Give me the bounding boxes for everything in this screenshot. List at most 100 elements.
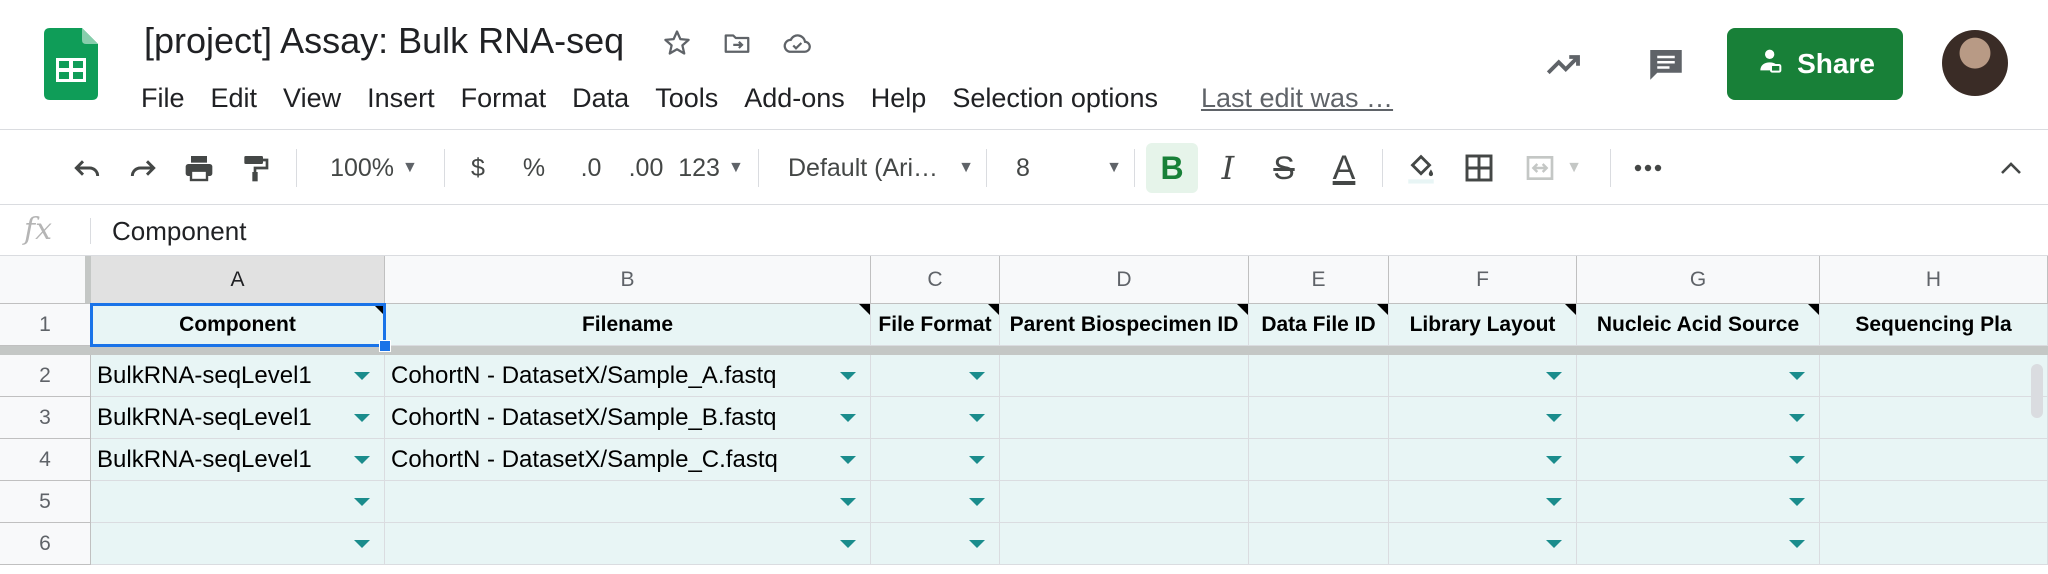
row-header-3[interactable]: 3	[0, 397, 91, 439]
formula-input[interactable]: Component	[112, 216, 246, 247]
redo-icon[interactable]	[122, 131, 164, 205]
dropdown-arrow-icon[interactable]	[354, 455, 370, 464]
cell-a5[interactable]	[91, 481, 385, 523]
cell-d4[interactable]	[1000, 439, 1249, 481]
column-header-a[interactable]: A	[91, 256, 385, 304]
italic-button[interactable]: I	[1206, 131, 1250, 205]
cell-e1[interactable]: Data File ID	[1249, 304, 1389, 346]
row-header-1[interactable]: 1	[0, 304, 91, 346]
dropdown-arrow-icon[interactable]	[1546, 455, 1562, 464]
cell-g6[interactable]	[1577, 523, 1820, 565]
cell-h2[interactable]	[1820, 355, 2048, 397]
dropdown-arrow-icon[interactable]	[1546, 497, 1562, 506]
cell-d3[interactable]	[1000, 397, 1249, 439]
cell-d2[interactable]	[1000, 355, 1249, 397]
dropdown-arrow-icon[interactable]	[840, 413, 856, 422]
fill-handle[interactable]	[379, 340, 391, 352]
text-color-button[interactable]: A	[1320, 131, 1368, 205]
cell-b3[interactable]: CohortN - DatasetX/Sample_B.fastq	[385, 397, 871, 439]
currency-button[interactable]: $	[458, 131, 498, 205]
dropdown-arrow-icon[interactable]	[1789, 413, 1805, 422]
dropdown-arrow-icon[interactable]	[354, 497, 370, 506]
cell-h5[interactable]	[1820, 481, 2048, 523]
cell-e2[interactable]	[1249, 355, 1389, 397]
cell-c6[interactable]	[871, 523, 1000, 565]
trending-up-icon[interactable]	[1542, 42, 1586, 86]
dropdown-arrow-icon[interactable]	[1546, 413, 1562, 422]
move-to-folder-icon[interactable]	[720, 26, 754, 60]
cell-c2[interactable]	[871, 355, 1000, 397]
cell-h1[interactable]: Sequencing Pla	[1820, 304, 2048, 346]
cell-f4[interactable]	[1389, 439, 1577, 481]
menu-insert[interactable]: Insert	[354, 80, 448, 116]
cell-c5[interactable]	[871, 481, 1000, 523]
menu-tools[interactable]: Tools	[642, 80, 731, 116]
cell-g3[interactable]	[1577, 397, 1820, 439]
collapse-icon[interactable]	[1996, 131, 2026, 205]
menu-data[interactable]: Data	[559, 80, 642, 116]
cell-d5[interactable]	[1000, 481, 1249, 523]
menu-view[interactable]: View	[270, 80, 354, 116]
row-header-2[interactable]: 2	[0, 355, 91, 397]
dropdown-arrow-icon[interactable]	[354, 539, 370, 548]
menu-selection-options[interactable]: Selection options	[939, 80, 1171, 116]
dropdown-arrow-icon[interactable]	[969, 455, 985, 464]
column-header-e[interactable]: E	[1249, 256, 1389, 304]
fill-color-icon[interactable]	[1396, 131, 1446, 205]
cell-e6[interactable]	[1249, 523, 1389, 565]
cell-f6[interactable]	[1389, 523, 1577, 565]
undo-icon[interactable]	[66, 131, 108, 205]
zoom-select[interactable]: 100% ▼	[314, 131, 434, 205]
dropdown-arrow-icon[interactable]	[354, 371, 370, 380]
dropdown-arrow-icon[interactable]	[1546, 539, 1562, 548]
cell-b1[interactable]: Filename	[385, 304, 871, 346]
cell-h6[interactable]	[1820, 523, 2048, 565]
cell-d1[interactable]: Parent Biospecimen ID	[1000, 304, 1249, 346]
menu-help[interactable]: Help	[858, 80, 940, 116]
dropdown-arrow-icon[interactable]	[1789, 497, 1805, 506]
cell-c3[interactable]	[871, 397, 1000, 439]
last-edit-link[interactable]: Last edit was …	[1201, 80, 1393, 116]
select-all-corner[interactable]	[0, 256, 91, 304]
dropdown-arrow-icon[interactable]	[1789, 539, 1805, 548]
cell-b5[interactable]	[385, 481, 871, 523]
scrollbar-thumb[interactable]	[2031, 364, 2043, 418]
dropdown-arrow-icon[interactable]	[840, 371, 856, 380]
dropdown-arrow-icon[interactable]	[354, 413, 370, 422]
font-select[interactable]: Default (Ari… ▼	[788, 131, 974, 205]
cell-e5[interactable]	[1249, 481, 1389, 523]
cell-a6[interactable]	[91, 523, 385, 565]
cell-c1[interactable]: File Format	[871, 304, 1000, 346]
borders-icon[interactable]	[1456, 131, 1502, 205]
avatar[interactable]	[1942, 30, 2008, 96]
sheets-logo-icon[interactable]	[44, 28, 98, 100]
merge-cells-icon[interactable]: ▼	[1512, 131, 1592, 205]
cell-g4[interactable]	[1577, 439, 1820, 481]
bold-button[interactable]: B	[1146, 143, 1198, 193]
vertical-scrollbar[interactable]	[2030, 354, 2044, 574]
cell-g2[interactable]	[1577, 355, 1820, 397]
cell-a2[interactable]: BulkRNA-seqLevel1	[91, 355, 385, 397]
menu-edit[interactable]: Edit	[198, 80, 271, 116]
cell-g1[interactable]: Nucleic Acid Source	[1577, 304, 1820, 346]
menu-add-ons[interactable]: Add-ons	[731, 80, 858, 116]
row-header-5[interactable]: 5	[0, 481, 91, 523]
cell-c4[interactable]	[871, 439, 1000, 481]
cloud-saved-icon[interactable]	[780, 26, 814, 60]
decrease-decimals-button[interactable]: .0	[566, 131, 616, 205]
dropdown-arrow-icon[interactable]	[840, 455, 856, 464]
dropdown-arrow-icon[interactable]	[969, 371, 985, 380]
comment-icon[interactable]	[1644, 42, 1688, 86]
dropdown-arrow-icon[interactable]	[969, 539, 985, 548]
cell-f3[interactable]	[1389, 397, 1577, 439]
more-formats-button[interactable]: 123 ▼	[676, 131, 746, 205]
cell-f5[interactable]	[1389, 481, 1577, 523]
menu-format[interactable]: Format	[448, 80, 560, 116]
font-size-select[interactable]: 8 ▼	[1016, 131, 1122, 205]
row-header-6[interactable]: 6	[0, 523, 91, 565]
paint-format-icon[interactable]	[234, 131, 276, 205]
strikethrough-button[interactable]: S	[1262, 131, 1306, 205]
dropdown-arrow-icon[interactable]	[1546, 371, 1562, 380]
percent-button[interactable]: %	[514, 131, 554, 205]
cell-a4[interactable]: BulkRNA-seqLevel1	[91, 439, 385, 481]
